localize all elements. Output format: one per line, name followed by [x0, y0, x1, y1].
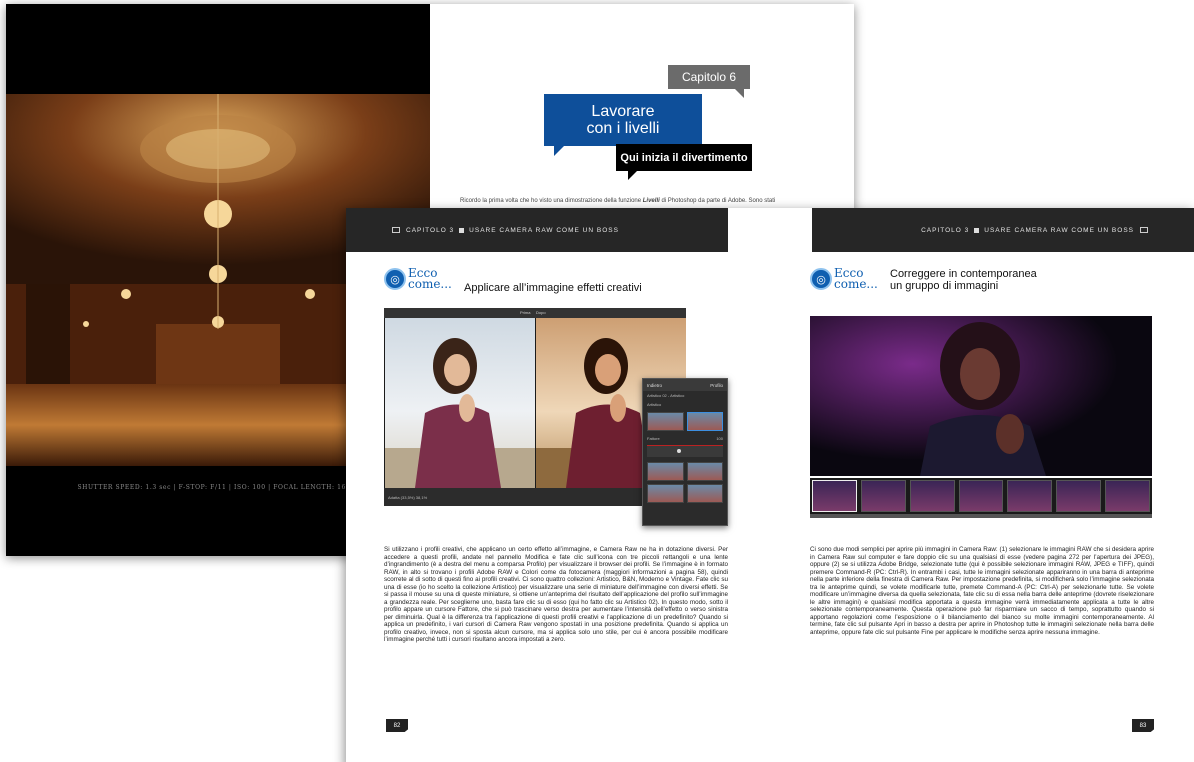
square-bullet-icon: [459, 227, 465, 233]
slider-value: 100: [716, 436, 723, 441]
filmstrip-thumbnail: [1007, 480, 1053, 512]
chapter-title: Lavorare con i livelli: [544, 94, 702, 156]
chapter-title-line2: con i livelli: [586, 120, 660, 137]
ecco-come-text: Ecco come...: [834, 267, 878, 291]
section-title: Correggere in contemporanea un gruppo di…: [890, 268, 1037, 292]
ecco-line2: come...: [408, 277, 452, 291]
profile-thumbnail: [686, 484, 723, 503]
section-title-line1: Correggere in contemporanea: [890, 268, 1037, 280]
filmstrip-thumbnail: [860, 480, 906, 512]
before-photo: [385, 318, 535, 488]
running-head: CAPITOLO 3 USARE CAMERA RAW COME UN BOSS: [812, 208, 1194, 252]
running-head-chapter: CAPITOLO 3: [921, 226, 970, 234]
profile-panel-header: Indietro Profilo: [643, 379, 727, 391]
profile-thumbnail-selected: [686, 412, 723, 431]
filmstrip: [810, 478, 1152, 514]
running-head-title: USARE CAMERA RAW COME UN BOSS: [984, 226, 1134, 234]
body-text: Si utilizzano i profili creativi, che ap…: [384, 546, 728, 643]
ecco-come-text: Ecco come...: [408, 267, 452, 291]
profile-thumbnail: [647, 484, 684, 503]
panel-selected-profile: Artistico 02 - Artistico: [647, 393, 685, 398]
camera-raw-toolbar: Adatta (33,5%) 38,1%: [384, 488, 686, 506]
woman-neon-portrait: [810, 316, 1152, 476]
panel-group-name: Artistico: [647, 402, 662, 407]
panel-title: Profilo: [710, 382, 723, 388]
ecco-come-logo: ◎ Ecco come...: [810, 267, 878, 291]
profile-browser-panel: Indietro Profilo Artistico 02 - Artistic…: [642, 378, 728, 526]
profile-thumbnails-top: [643, 409, 727, 434]
page-82: CAPITOLO 3 USARE CAMERA RAW COME UN BOSS…: [346, 208, 770, 762]
before-label: Prima: [520, 310, 531, 315]
filmstrip-thumbnail: [958, 480, 1004, 512]
filmstrip-thumbnail: [1056, 480, 1102, 512]
section-title-line2: un gruppo di immagini: [890, 280, 999, 292]
profile-thumbnails-bottom: [643, 459, 727, 506]
panel-back-link: Indietro: [647, 382, 663, 388]
filmstrip-thumbnail: [1105, 480, 1151, 512]
square-bullet-icon: [974, 227, 980, 233]
filmstrip-scrollbar: [810, 514, 1152, 518]
intro-emph: Livelli: [642, 198, 660, 204]
book-icon: [392, 227, 400, 233]
profile-thumbnail: [647, 412, 684, 431]
ecco-come-logo: ◎ Ecco come...: [384, 267, 452, 291]
running-head-title: USARE CAMERA RAW COME UN BOSS: [469, 226, 619, 234]
filmstrip-thumbnail-selected: [812, 480, 857, 512]
book-icon: [1140, 227, 1148, 233]
profile-thumbnail: [686, 462, 723, 481]
running-head: CAPITOLO 3 USARE CAMERA RAW COME UN BOSS: [346, 208, 728, 252]
camera-aperture-icon: ◎: [810, 268, 832, 290]
chapter-number-tag: Capitolo 6: [668, 65, 750, 98]
chapter-intro-text: Ricordo la prima volta che ho visto una …: [460, 198, 840, 204]
before-after-bar: Prima Dopo: [384, 308, 686, 318]
slider-label-text: Fattore: [647, 436, 660, 441]
profile-thumbnail: [647, 462, 684, 481]
filmstrip-thumbnail: [909, 480, 955, 512]
portrait-photo: [810, 316, 1152, 476]
section-title: Applicare all’immagine effetti creativi: [464, 282, 642, 294]
front-book-spread: CAPITOLO 3 USARE CAMERA RAW COME UN BOSS…: [346, 208, 1194, 762]
page-number: 82: [386, 719, 408, 732]
page-number: 83: [1132, 719, 1154, 732]
intro-suffix: di Photoshop da parte di Adobe. Sono sta…: [659, 198, 776, 204]
after-label: Dopo: [536, 310, 546, 315]
running-head-chapter: CAPITOLO 3: [406, 226, 455, 234]
amount-slider: [647, 445, 723, 457]
chapter-title-line1: Lavorare: [591, 103, 655, 120]
camera-raw-screenshot: Prima Dopo Adatta (33,5%) 38,1%: [384, 308, 686, 506]
camera-aperture-icon: ◎: [384, 268, 406, 290]
chapter-subtitle: Qui inizia il divertimento: [616, 144, 752, 180]
page-83: CAPITOLO 3 USARE CAMERA RAW COME UN BOSS…: [770, 208, 1194, 762]
body-text: Ci sono due modi semplici per aprire più…: [810, 546, 1154, 636]
zoom-status: Adatta (33,5%) 38,1%: [388, 495, 428, 500]
slider-label: Fattore 100: [643, 434, 727, 443]
ecco-line2: come...: [834, 277, 878, 291]
intro-prefix: Ricordo la prima volta che ho visto una …: [460, 198, 643, 204]
woman-portrait-before: [385, 338, 535, 488]
